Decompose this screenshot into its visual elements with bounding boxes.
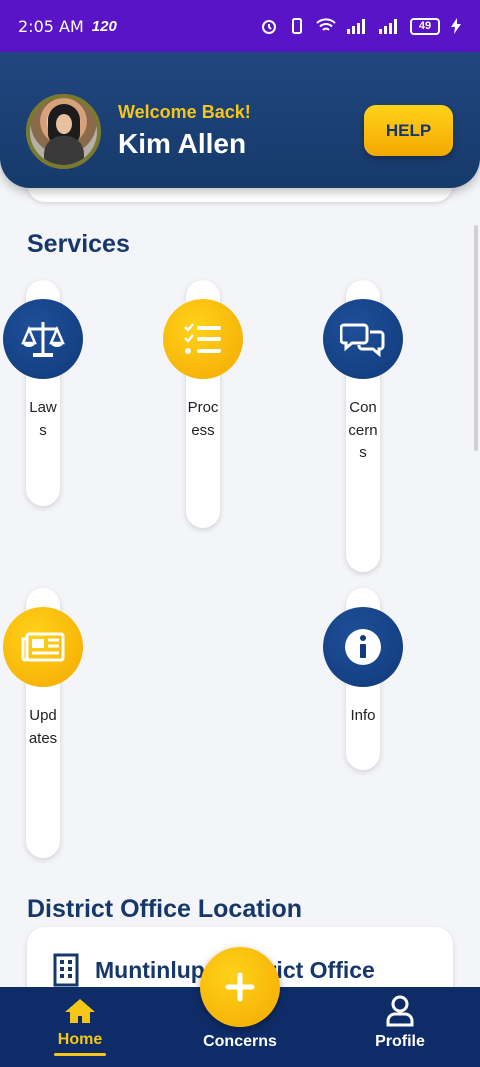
active-indicator [54,1053,106,1056]
user-name: Kim Allen [118,128,247,159]
scale-icon[interactable] [3,299,83,379]
building-icon [53,953,79,987]
status-time: 2:05 AM [18,16,84,36]
help-button[interactable]: HELP [364,105,453,156]
home-icon [65,999,95,1023]
welcome-text: Welcome Back! [118,102,251,122]
service-label-laws: Laws [29,399,57,439]
chat-bubbles-icon[interactable] [323,299,403,379]
alarm-icon [262,20,276,34]
location-title: District Office Location [27,895,303,923]
status-bar: 2:05 AM 120 49 [0,0,480,52]
profile-icon [386,995,414,1027]
service-label-updates: Updates [28,707,58,747]
nav-profile[interactable]: Profile [360,987,440,1067]
battery-icon: 49 [410,17,440,35]
info-icon[interactable] [323,607,403,687]
service-label-concerns: Concerns [348,399,378,461]
nav-home-label: Home [57,1031,103,1048]
scrollbar[interactable] [474,225,478,451]
nav-home[interactable]: Home [40,987,120,1067]
nav-concerns-label: Concerns [203,1033,277,1050]
service-label-process: Process [187,399,219,439]
newspaper-icon[interactable] [3,607,83,687]
checklist-icon[interactable] [163,299,243,379]
add-concern-button[interactable] [200,947,280,1027]
signal-icon-2 [379,19,397,34]
plus-icon [225,972,255,1002]
avatar[interactable] [26,94,101,169]
status-icons: 49 [260,17,462,35]
charging-icon [451,18,461,34]
vibrate-icon [292,18,302,34]
app-header: Welcome Back! Kim Allen HELP [0,52,480,188]
refresh-rate: 120 [91,17,117,35]
wifi-icon [316,18,336,31]
signal-icon [347,19,365,34]
service-label-info: Info [350,707,376,724]
services-title: Services [27,230,130,258]
nav-profile-label: Profile [375,1033,425,1050]
